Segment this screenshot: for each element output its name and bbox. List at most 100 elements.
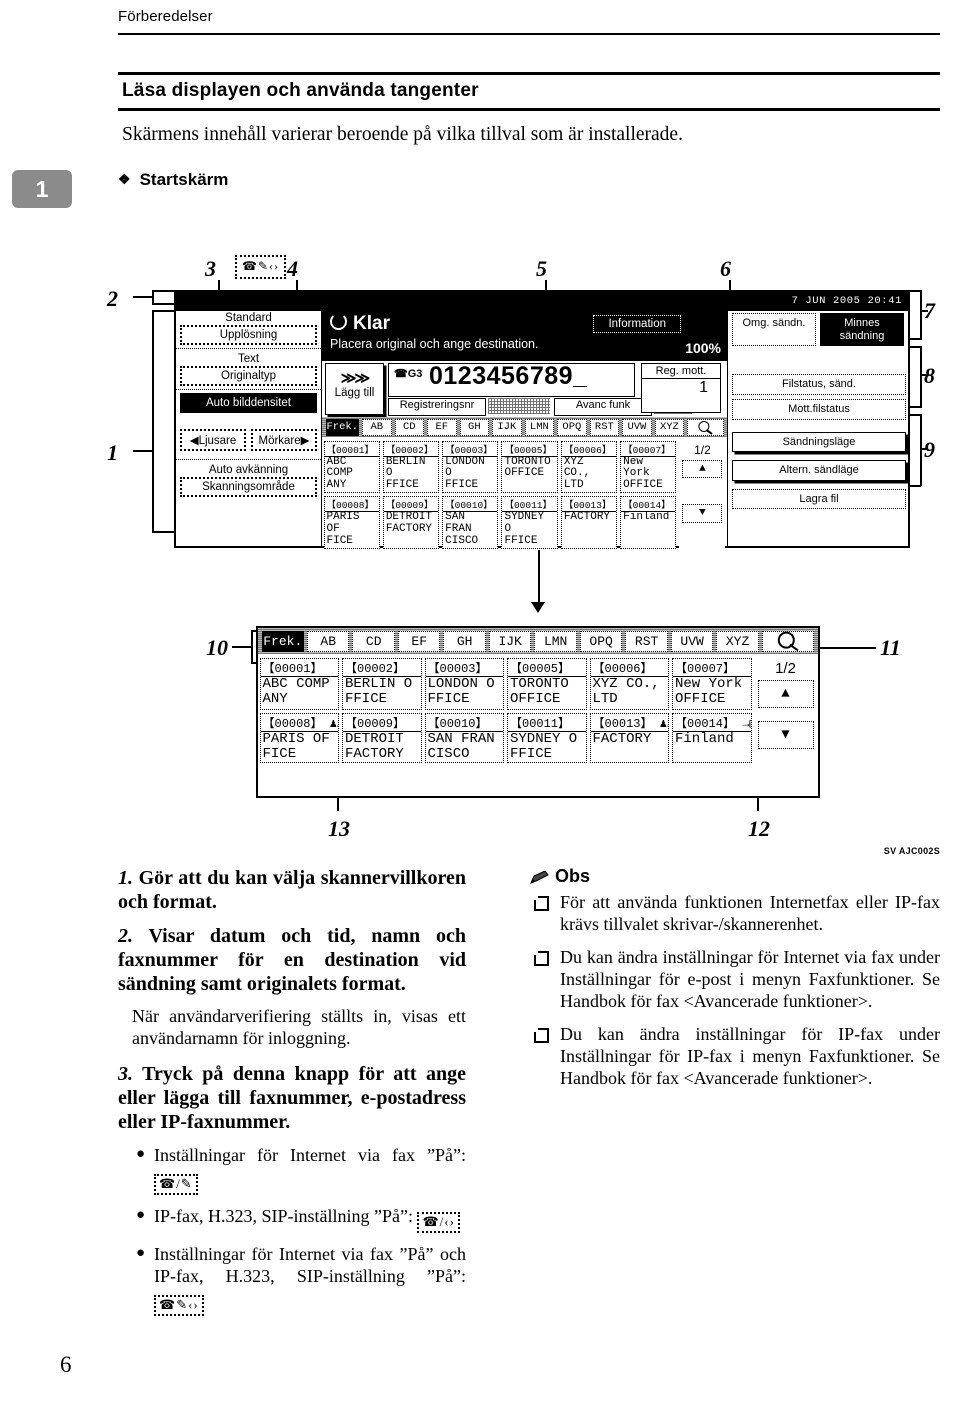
destination-cell[interactable]: 【00007】 New York OFFICE xyxy=(672,657,752,710)
destination-cell[interactable]: 【00009】 DETROIT FACTORY xyxy=(342,712,422,763)
lighter-button[interactable]: ◀Ljusare xyxy=(180,429,246,451)
destination-cell[interactable]: 【00014】 →▣→Finland xyxy=(620,496,677,549)
destination-cell[interactable]: 【00005】 TORONTO OFFICE xyxy=(501,440,558,494)
tab-uvw[interactable]: UVW xyxy=(670,630,714,652)
scroll-down-button[interactable]: ▼ xyxy=(757,720,814,750)
connector-arrowhead xyxy=(531,602,545,613)
tab-lmn[interactable]: LMN xyxy=(534,630,577,652)
destination-name: PARIS OF FICE xyxy=(326,512,360,547)
destination-cell[interactable]: 【00001】 ABC COMP ANY xyxy=(259,657,339,710)
rx-file-status-button[interactable]: Mott.filstatus xyxy=(732,398,906,420)
zoom-percent: 100% xyxy=(685,340,721,356)
tab-frek[interactable]: Frek. xyxy=(261,630,304,652)
tx-file-status-button[interactable]: Filstatus, sänd. xyxy=(732,374,906,395)
destination-cell[interactable]: 【00005】 TORONTO OFFICE xyxy=(507,657,587,710)
note-item-3: Du kan ändra inställningar för IP-fax un… xyxy=(534,1023,940,1090)
tab-xyz[interactable]: XYZ xyxy=(654,418,685,436)
auto-image-density-button[interactable]: Auto bilddensitet xyxy=(180,393,317,413)
information-button[interactable]: Information xyxy=(593,315,681,333)
destination-cell[interactable]: 【00003】 LONDON O FFICE xyxy=(442,440,499,494)
alt-tx-mode-button[interactable]: Altern. sändläge xyxy=(732,460,906,481)
destination-name: LONDON O FFICE xyxy=(445,456,485,492)
tab-rst[interactable]: RST xyxy=(589,418,620,436)
tab-frek[interactable]: Frek. xyxy=(325,418,360,436)
search-icon[interactable] xyxy=(687,418,724,436)
immediate-transmission-button[interactable]: Omg. sändn. xyxy=(732,313,816,347)
bullet-dot-icon: ● xyxy=(136,1145,146,1162)
destination-cell[interactable]: 【00006】 XYZ CO., LTD xyxy=(560,440,618,494)
advanced-features-button[interactable]: Avanc funk xyxy=(554,398,652,416)
destination-id: 【00002】 xyxy=(383,442,439,457)
scroll-up-button[interactable]: ▲ xyxy=(757,679,814,709)
bullet-dot-icon-2: ● xyxy=(136,1206,146,1223)
original-type-value: Text xyxy=(237,353,260,365)
destination-cell[interactable]: 【00010】 SAN FRAN CISCO xyxy=(424,712,504,763)
tab-ef[interactable]: EF xyxy=(397,630,441,652)
destination-cell[interactable]: 【00007】 New York OFFICE xyxy=(620,440,677,494)
tab-ab[interactable]: AB xyxy=(362,418,392,436)
add-destination-button[interactable]: ≫≫ Lägg till xyxy=(325,363,384,415)
tab-opq[interactable]: OPQ xyxy=(557,418,587,436)
subsection-heading: ❖ Startskärm xyxy=(118,170,228,190)
tab-ab[interactable]: AB xyxy=(306,630,350,652)
destination-name: XYZ CO., LTD xyxy=(592,676,660,707)
destination-cell[interactable]: 【00006】 XYZ CO., LTD xyxy=(589,657,669,710)
destination-name: FACTORY xyxy=(563,512,611,524)
divider-2 xyxy=(176,389,321,390)
scroll-up-button[interactable]: ▲ xyxy=(682,459,723,478)
destination-id: 【00009】 xyxy=(343,714,421,732)
destination-row: 【00008】 ♟♟♟PARIS OF FICE【00009】DETROIT F… xyxy=(258,711,818,764)
tab-ijk[interactable]: IJK xyxy=(488,630,532,652)
tab-lmn[interactable]: LMN xyxy=(524,418,555,436)
destination-cell[interactable]: 【00010】 SAN FRAN CISCO xyxy=(442,496,499,549)
page-indicator-column: 1/2 ▲ xyxy=(679,440,726,494)
fax-number-field[interactable]: ☎G3 0123456789_ xyxy=(388,362,635,397)
leader-9 xyxy=(920,448,928,450)
note-item-1: För att använda funktionen Internetfax e… xyxy=(534,891,940,936)
destination-id: 【00010】 xyxy=(443,497,498,513)
memory-transmission-button[interactable]: Minnes sändning xyxy=(820,313,904,347)
destination-cell[interactable]: 【00014】 →▣→Finland xyxy=(672,712,752,763)
callout-2: 2 xyxy=(107,286,118,311)
destination-cell[interactable]: 【00011】 SYDNEY O FFICE xyxy=(507,712,587,763)
registration-number-button[interactable]: Registreringsnr xyxy=(388,398,486,416)
tab-gh[interactable]: GH xyxy=(443,630,486,652)
tab-xyz[interactable]: XYZ xyxy=(716,630,759,652)
destination-cell[interactable]: 【00013】 ♟♟♟FACTORY xyxy=(560,496,618,549)
tab-rst[interactable]: RST xyxy=(625,630,668,652)
tx-mode-button[interactable]: Sändningsläge xyxy=(732,431,906,453)
tab-ef[interactable]: EF xyxy=(427,418,457,436)
tab-uvw[interactable]: UVW xyxy=(622,418,652,436)
tab-cd[interactable]: CD xyxy=(352,630,395,652)
bullet-1-text: Inställningar för Internet via fax ”På”:… xyxy=(154,1144,466,1195)
density-adjust-row: ◀Ljusare Mörkare▶ xyxy=(180,429,317,451)
bracket-2b xyxy=(152,303,174,305)
scan-area-button[interactable]: Skanningsområde xyxy=(180,477,317,497)
destination-cell[interactable]: 【00003】 LONDON O FFICE xyxy=(424,657,504,710)
search-icon[interactable] xyxy=(761,630,815,652)
callout-13: 13 xyxy=(328,816,350,841)
figure-credit: SV AJC002S xyxy=(883,846,940,856)
destination-entry-row: ≫≫ Lägg till ☎G3 0123456789_ Registrerin… xyxy=(322,361,727,417)
destination-name: SAN FRAN CISCO xyxy=(427,731,495,762)
scroll-down-button[interactable]: ▼ xyxy=(682,504,723,523)
tab-opq[interactable]: OPQ xyxy=(579,630,623,652)
resolution-button[interactable]: Upplösning xyxy=(180,325,317,345)
store-file-button[interactable]: Lagra fil xyxy=(732,488,906,510)
tab-ijk[interactable]: IJK xyxy=(492,418,522,436)
divider-3 xyxy=(176,459,321,460)
destination-cell[interactable]: 【00011】 SYDNEY O FFICE xyxy=(501,496,558,549)
destination-cell[interactable]: 【00002】 BERLIN O FFICE xyxy=(382,440,440,494)
tab-cd[interactable]: CD xyxy=(394,418,425,436)
key-icon-ip-fax: ☎/‹› xyxy=(417,1211,460,1233)
darker-button[interactable]: Mörkare▶ xyxy=(251,429,317,451)
destination-cell[interactable]: 【00013】 ♟♟♟FACTORY xyxy=(589,712,669,763)
destination-id: 【00011】 xyxy=(502,497,557,513)
tab-gh[interactable]: GH xyxy=(459,418,490,436)
destination-cell[interactable]: 【00002】 BERLIN O FFICE xyxy=(342,657,422,710)
original-type-button[interactable]: Originaltyp xyxy=(180,366,317,386)
destination-cell[interactable]: 【00008】 ♟♟♟PARIS OF FICE xyxy=(323,496,380,549)
destination-cell[interactable]: 【00001】 ABC COMP ANY xyxy=(323,440,380,494)
destination-cell[interactable]: 【00008】 ♟♟♟PARIS OF FICE xyxy=(259,712,339,763)
destination-cell[interactable]: 【00009】 DETROIT FACTORY xyxy=(382,496,440,549)
